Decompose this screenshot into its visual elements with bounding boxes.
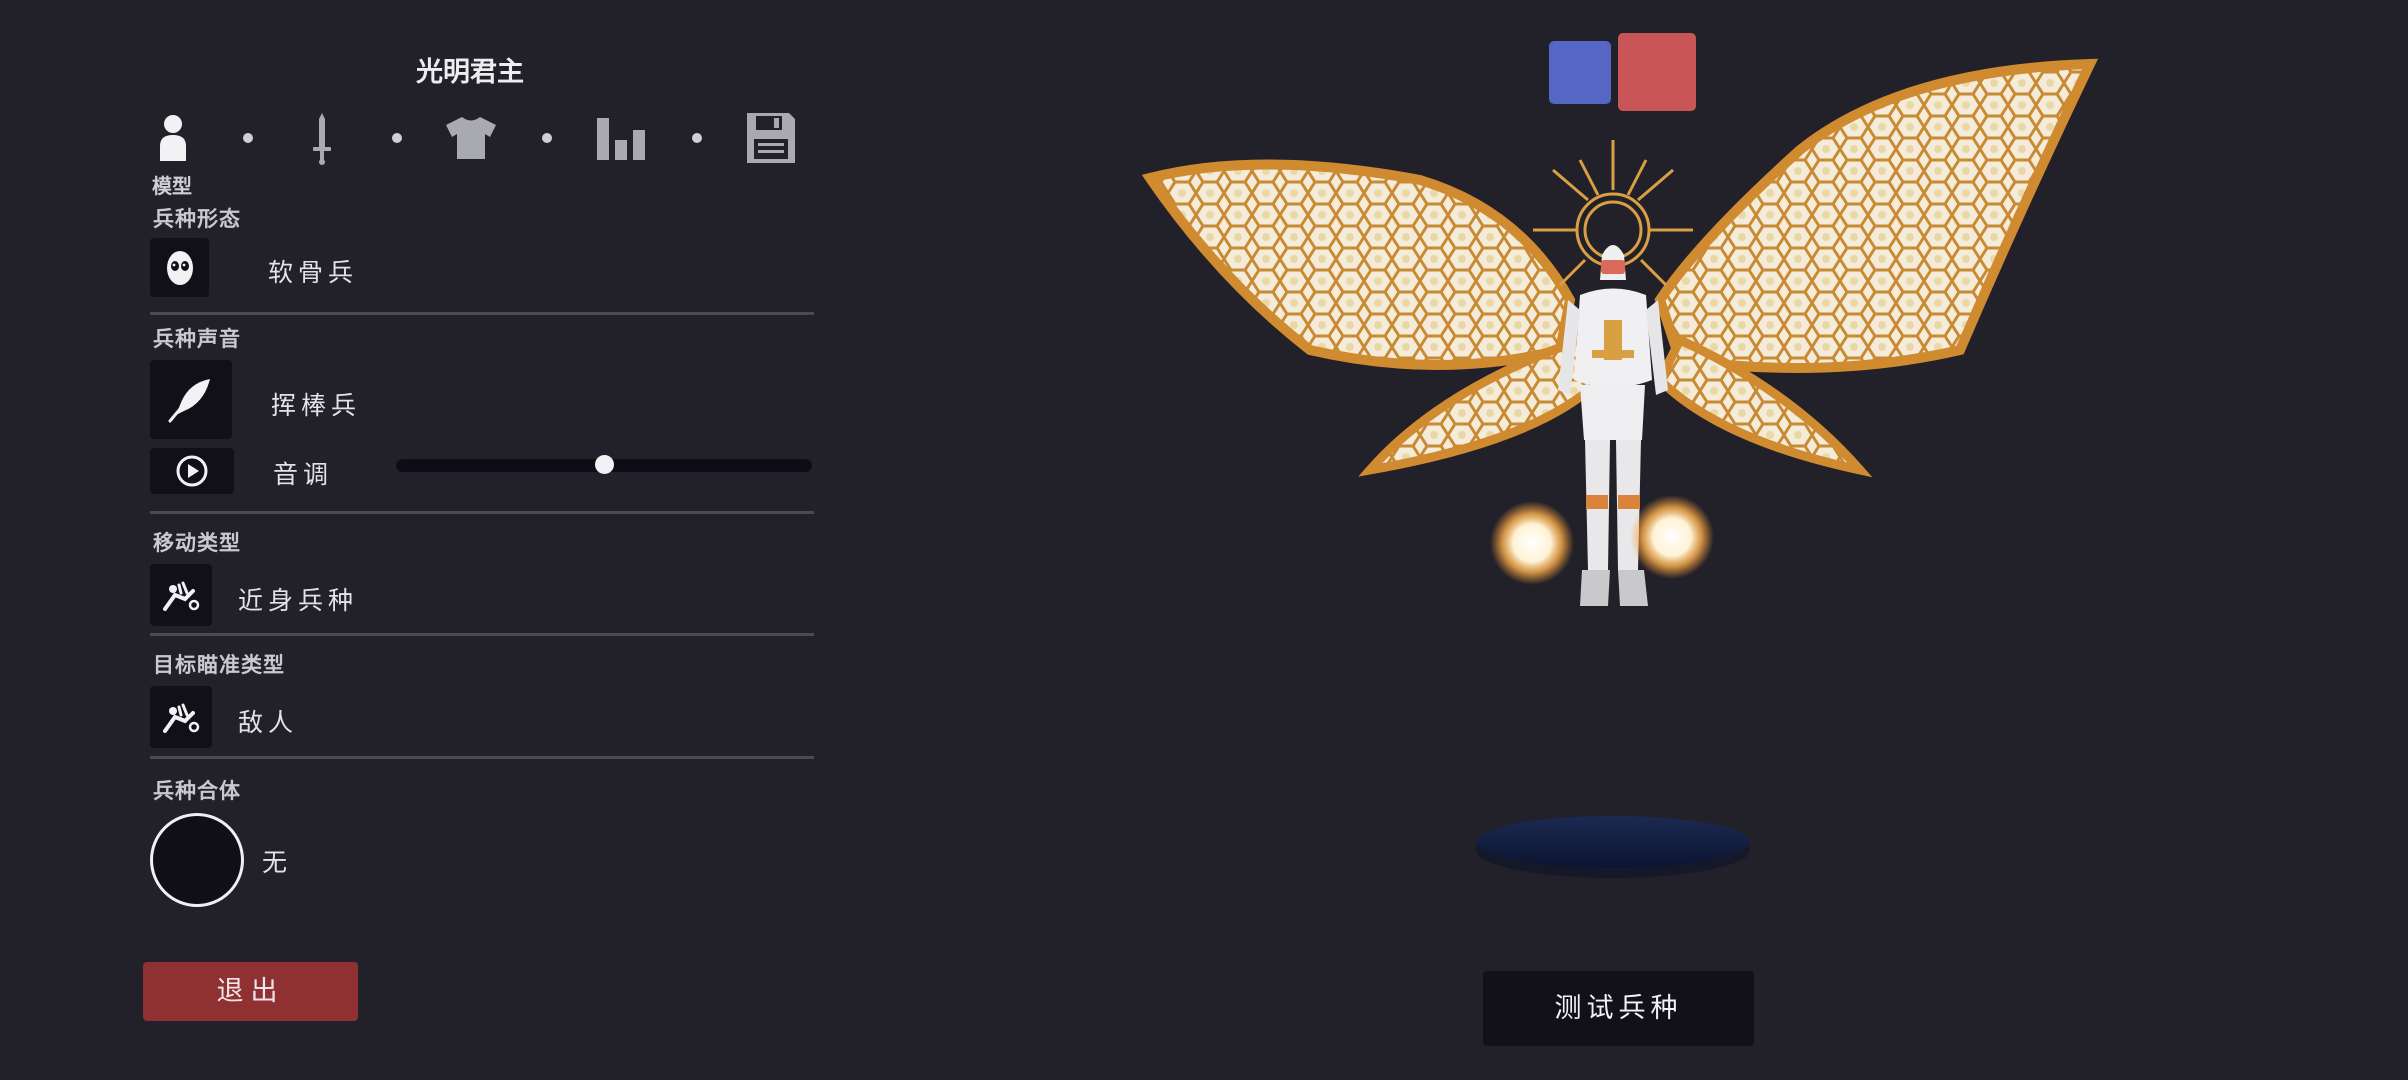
- movement-type-value: 近身兵种: [238, 586, 359, 615]
- feather-icon: [168, 378, 210, 422]
- tab-weapons[interactable]: [292, 108, 352, 168]
- pitch-slider-handle[interactable]: [594, 455, 614, 474]
- sword-icon: [313, 113, 331, 165]
- unit-merge-slot[interactable]: [150, 813, 244, 907]
- unit-form-button[interactable]: [150, 238, 209, 297]
- pitch-label: 音调: [273, 460, 334, 489]
- bar-chart-icon: [597, 118, 645, 160]
- skull-mask-icon: [166, 250, 193, 285]
- movement-type-button[interactable]: [150, 564, 212, 626]
- unit-merge-value: 无: [262, 848, 293, 877]
- preview-platform: [1476, 816, 1750, 878]
- target-type-label: 目标瞄准类型: [153, 653, 285, 677]
- tab-clothing[interactable]: [441, 108, 501, 168]
- unit-merge-label: 兵种合体: [153, 779, 241, 803]
- tab-model[interactable]: [143, 108, 203, 168]
- left-upper-wing: [1141, 159, 1576, 370]
- unit-form-label: 兵种形态: [153, 207, 241, 231]
- floppy-disk-icon: [747, 113, 795, 163]
- target-type-value: 敌人: [238, 708, 299, 737]
- play-voice-button[interactable]: [150, 448, 234, 494]
- tab-stats[interactable]: [591, 108, 651, 168]
- shirt-icon: [446, 117, 496, 159]
- tab-separator-dot: [542, 133, 552, 143]
- unit-voice-label: 兵种声音: [153, 327, 241, 351]
- person-icon: [160, 115, 186, 161]
- active-tab-label: 模型: [152, 174, 192, 198]
- section-divider: [150, 633, 814, 636]
- exit-button[interactable]: 退出: [143, 962, 358, 1021]
- left-light-orb: [1490, 501, 1574, 585]
- test-unit-button[interactable]: 测试兵种: [1483, 971, 1754, 1046]
- play-icon: [176, 455, 208, 487]
- movement-type-label: 移动类型: [153, 531, 241, 555]
- unit-name-title: 光明君主: [416, 57, 524, 88]
- unit-voice-value: 挥棒兵: [271, 391, 362, 420]
- section-divider: [150, 511, 814, 514]
- tab-separator-dot: [692, 133, 702, 143]
- unit-preview-model[interactable]: [1140, 50, 2100, 950]
- section-divider: [150, 756, 814, 759]
- melee-unit-icon: [163, 703, 200, 733]
- unit-form-value: 软骨兵: [268, 258, 359, 287]
- section-divider: [150, 312, 814, 315]
- right-light-orb: [1630, 495, 1714, 579]
- pitch-slider[interactable]: [396, 455, 812, 474]
- tab-separator-dot: [392, 133, 402, 143]
- melee-unit-icon: [163, 581, 200, 611]
- right-upper-wing: [1654, 58, 2099, 373]
- tab-save[interactable]: [741, 108, 801, 168]
- target-type-button[interactable]: [150, 686, 212, 748]
- tab-separator-dot: [243, 133, 253, 143]
- unit-voice-button[interactable]: [150, 360, 232, 439]
